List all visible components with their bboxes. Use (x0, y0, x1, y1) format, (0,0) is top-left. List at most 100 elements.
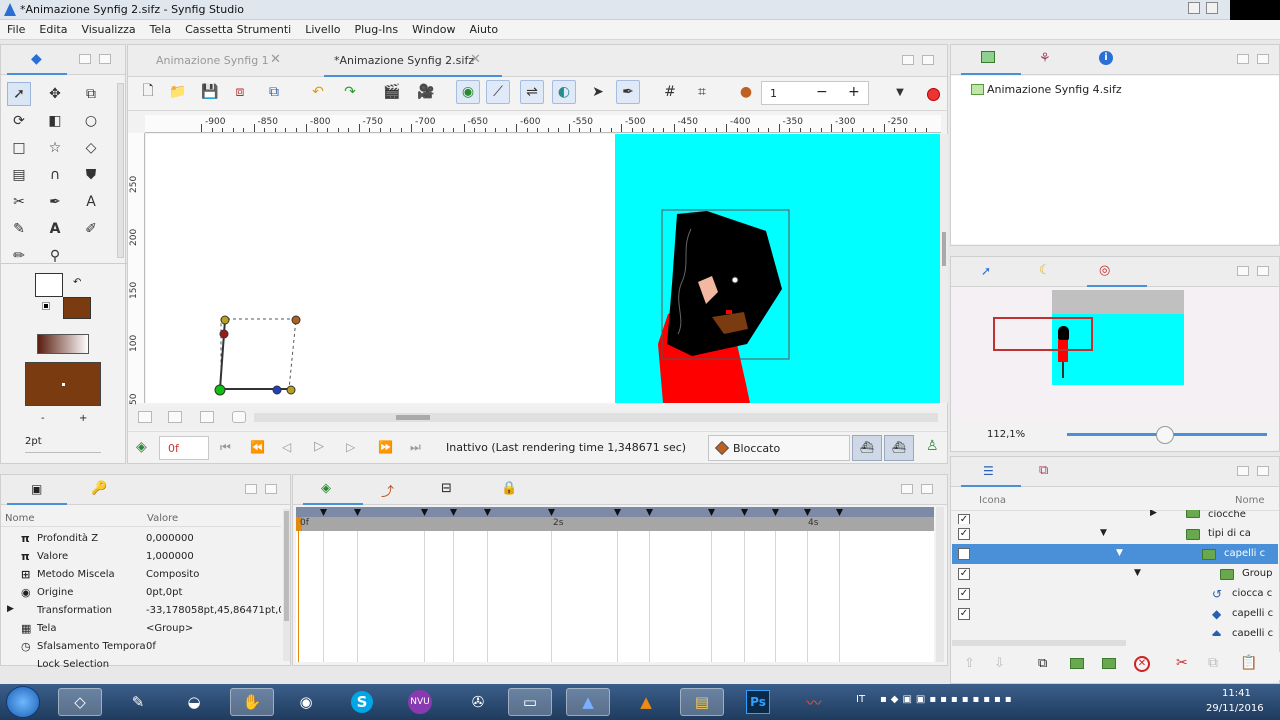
param-value[interactable]: 0f (146, 641, 281, 652)
params-tab[interactable]: ▣ (7, 475, 67, 505)
expand-arrow-icon[interactable]: ▶ (7, 604, 14, 614)
animation-mode-toggle-icon[interactable]: ♙ (926, 438, 939, 454)
frame-increase-button[interactable]: + (848, 84, 860, 100)
zoom-slider-track[interactable] (1067, 426, 1267, 444)
panel-close-button[interactable] (1257, 54, 1269, 64)
param-value[interactable]: 0pt,0pt (146, 587, 281, 598)
panel-close-button[interactable] (265, 484, 277, 494)
keyframe-marker[interactable] (421, 509, 428, 516)
cutout-tool-icon[interactable]: ✂ (7, 190, 31, 214)
tab-close-icon[interactable]: ✕ (270, 52, 281, 67)
taskbar-app-icon[interactable]: ✎ (116, 688, 160, 716)
current-time-field[interactable]: 0f (159, 436, 209, 460)
panel-close-button[interactable] (1257, 466, 1269, 476)
sketch-tool-icon[interactable]: ✐ (79, 217, 103, 241)
params-scroll-thumb[interactable] (284, 511, 289, 621)
reset-colors-icon[interactable] (42, 302, 50, 310)
panel-close-button[interactable] (921, 484, 933, 494)
seek-end-icon[interactable]: ⏭ (410, 440, 421, 455)
keyframes-tab-icon[interactable]: ⊟ (441, 481, 452, 496)
layer-name[interactable]: capelli c (1224, 548, 1265, 559)
taskbar-app-icon[interactable]: ◇ (58, 688, 102, 716)
explorer-icon[interactable]: ▤ (680, 688, 724, 716)
group-layer-icon[interactable] (1070, 658, 1084, 669)
new-file-icon[interactable]: 🗋 (136, 80, 160, 104)
brush-size-field[interactable]: 2pt (25, 433, 101, 453)
timetrack-tab[interactable]: ◈ (303, 475, 363, 505)
menu-file[interactable]: File (0, 20, 32, 36)
menu-view[interactable]: Visualizza (74, 20, 142, 36)
delete-layer-icon[interactable]: ✕ (1134, 656, 1150, 672)
monitor-icon[interactable]: ▭ (508, 688, 552, 716)
keyframe-marker[interactable] (484, 509, 491, 516)
tab-close-icon[interactable]: ✕ (470, 52, 481, 67)
params-scrollbar[interactable] (283, 509, 290, 661)
param-row[interactable]: π Valore 1,000000 (1, 548, 281, 566)
lower-layer-icon[interactable]: ⇩ (994, 656, 1005, 671)
toolbox-tab[interactable]: ◆ (7, 45, 67, 75)
canvas-vscroll-thumb[interactable] (942, 232, 946, 266)
minimize-button[interactable] (1188, 2, 1200, 14)
paste-icon[interactable]: 📋 (1240, 655, 1257, 671)
layer-name[interactable]: ciocca c (1232, 588, 1272, 599)
menu-window[interactable]: Window (405, 20, 462, 36)
panel-close-button[interactable] (1257, 266, 1269, 276)
keyframe-marker[interactable] (614, 509, 621, 516)
layers-hscrollbar[interactable] (952, 640, 1126, 646)
tab-animazione-1[interactable]: Animazione Synfig 1 (156, 54, 269, 67)
curves-tab-icon[interactable]: ⤴ (381, 481, 394, 500)
swap-colors-icon[interactable]: ↶ (73, 277, 81, 288)
zoom-slider-thumb[interactable] (1156, 426, 1174, 444)
keyframe-marker[interactable] (772, 509, 779, 516)
circle-tool-icon[interactable]: ○ (79, 109, 103, 133)
layer-row[interactable]: ✓ ▼ Group (952, 564, 1278, 584)
tool-options-tab-icon[interactable]: ➚ (981, 264, 991, 278)
keyframe-marker[interactable] (646, 509, 653, 516)
text-tool-icon[interactable]: A (43, 217, 67, 241)
layer-visibility-checkbox[interactable]: ✓ (958, 568, 970, 580)
vlc-icon[interactable]: ▲ (624, 688, 668, 716)
menu-edit[interactable]: Edita (32, 20, 74, 36)
layer-name[interactable]: Group (1242, 568, 1272, 579)
start-button[interactable] (6, 686, 40, 718)
layer-visibility-checkbox[interactable]: ✓ (958, 608, 970, 620)
width-tool-icon[interactable]: ✒ (43, 190, 67, 214)
firefox-icon[interactable]: ◉ (284, 688, 328, 716)
rectangle-tool-icon[interactable]: □ (7, 136, 31, 160)
param-value[interactable]: -33,178058pt,45,86471pt,0,0 (146, 605, 281, 616)
menu-toolbox[interactable]: Cassetta Strumenti (178, 20, 298, 36)
save-icon[interactable]: 💾 (198, 80, 222, 104)
layer-name[interactable]: capelli c (1232, 628, 1273, 636)
layer-name[interactable]: ciocche (1208, 510, 1246, 520)
toggle-width-icon[interactable]: ⇌ (520, 80, 544, 104)
gradient-swatch[interactable] (37, 334, 89, 354)
layer-row[interactable]: ✓ ◆ capelli c (952, 604, 1278, 624)
toggle-tangent-icon[interactable]: ⟋ (486, 80, 510, 104)
layer-visibility-checkbox[interactable]: ✓ (958, 588, 970, 600)
brush-size-decrease-button[interactable]: - (41, 413, 45, 424)
toolbar-menu-arrow-icon[interactable]: ▼ (888, 80, 912, 104)
menu-layer[interactable]: Livello (298, 20, 347, 36)
navigator-tab[interactable]: ◎ (1087, 257, 1147, 287)
palette-tab-icon[interactable]: ⚘ (1039, 51, 1051, 66)
frame-decrease-button[interactable]: − (816, 84, 828, 100)
keyframe-lock-dropdown[interactable]: Bloccato (708, 435, 850, 461)
taskbar-app-icon[interactable]: ✋ (230, 688, 274, 716)
nvu-icon[interactable]: NVU (398, 688, 442, 716)
duplicate-layer-icon[interactable]: ⧉ (1038, 656, 1047, 671)
text-tool-icon[interactable]: A (79, 190, 103, 214)
panel-dock-button[interactable] (79, 54, 91, 64)
layer-expand-icon[interactable]: ▶ (1150, 510, 1157, 518)
eyedrop-tool-icon[interactable]: ✏ (7, 244, 31, 268)
toggle-angle-icon[interactable]: ◐ (552, 80, 576, 104)
keyframe-marker[interactable] (354, 509, 361, 516)
transform-tool-icon[interactable]: ➚ (7, 82, 31, 106)
gradient-tool-icon[interactable]: ▤ (7, 163, 31, 187)
star-tool-icon[interactable]: ☆ (43, 136, 67, 160)
toggle-bline-icon[interactable]: ✒ (616, 80, 640, 104)
canvas-browser-tab[interactable] (961, 45, 1021, 75)
save-as-icon[interactable]: ⧈ (228, 80, 252, 104)
next-keyframe-icon[interactable]: ⏩ (378, 440, 393, 454)
scale-tool-icon[interactable]: ⧉ (79, 82, 103, 106)
layer-visibility-checkbox[interactable]: ✓ (958, 514, 970, 524)
